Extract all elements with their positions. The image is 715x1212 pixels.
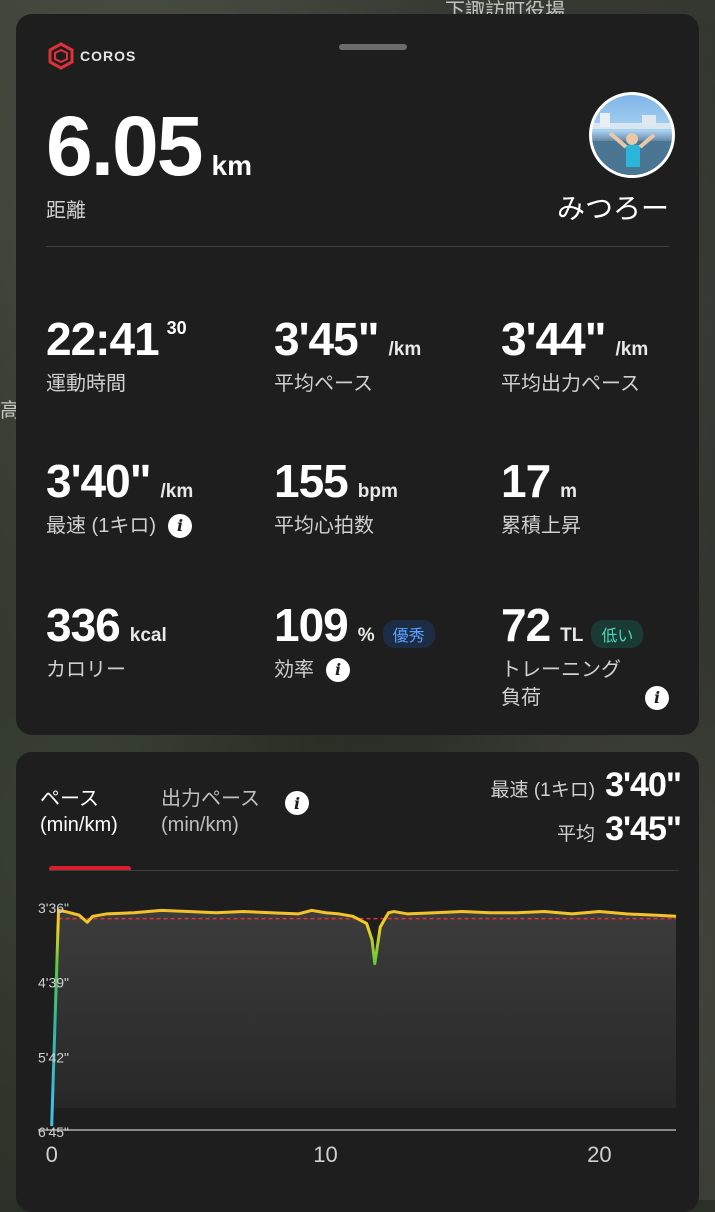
pace-area bbox=[51, 910, 677, 1127]
stat-value: 109 bbox=[274, 599, 349, 651]
stat-avg-power-pace: 3'44" /km 平均出力ペース bbox=[501, 312, 648, 398]
stat-label: カロリー bbox=[46, 659, 126, 681]
stat-unit: m bbox=[560, 481, 578, 502]
stat-unit: % bbox=[357, 625, 375, 646]
stat-unit: /km bbox=[615, 339, 649, 360]
y-tick-label: 5'42" bbox=[38, 1049, 69, 1065]
stat-unit: kcal bbox=[129, 625, 167, 646]
coros-logo: COROS bbox=[48, 42, 136, 70]
status-badge: 優秀 bbox=[382, 620, 435, 648]
stat-avg-pace: 3'45" /km 平均ペース bbox=[274, 312, 421, 398]
stat-value: 3'44" bbox=[501, 313, 606, 365]
avatar[interactable] bbox=[589, 92, 675, 178]
avatar-photo bbox=[592, 113, 672, 175]
stat-fastest-km: 3'40" /km 最速 (1キロ) i bbox=[46, 454, 193, 540]
stat-unit: bpm bbox=[357, 481, 398, 502]
stat-label: 累積上昇 bbox=[501, 515, 581, 537]
y-tick-label: 6'45" bbox=[38, 1124, 69, 1140]
stat-value: 72 bbox=[501, 599, 551, 651]
stat-label: 平均ペース bbox=[274, 373, 373, 395]
stat-label: 効率 bbox=[274, 659, 314, 681]
y-tick-label: 3'36" bbox=[38, 900, 69, 916]
info-icon[interactable]: i bbox=[168, 514, 192, 538]
distance-unit: km bbox=[211, 150, 252, 181]
stat-value: 3'40" bbox=[46, 455, 151, 507]
username: みつろー bbox=[556, 193, 669, 224]
stat-label: 平均心拍数 bbox=[274, 515, 374, 537]
divider bbox=[46, 246, 669, 247]
stat-label: 運動時間 bbox=[46, 373, 126, 395]
x-tick-label: 10 bbox=[313, 1142, 337, 1167]
stat-efficiency: 109% 優秀 効率 i bbox=[274, 598, 435, 684]
coros-logo-icon bbox=[48, 42, 74, 70]
stat-elevation-gain: 17 m 累積上昇 bbox=[501, 454, 581, 540]
stat-unit: /km bbox=[160, 481, 194, 502]
stat-calories: 336 kcal カロリー bbox=[46, 598, 167, 684]
x-tick-label: 20 bbox=[587, 1142, 611, 1167]
distance-value: 6.05 bbox=[46, 99, 203, 193]
stat-value: 17 bbox=[501, 455, 551, 507]
distance-label: 距離 bbox=[46, 200, 86, 222]
brand-name: COROS bbox=[80, 48, 137, 64]
info-icon[interactable]: i bbox=[645, 686, 669, 710]
stat-training-load: 72 TL 低い トレーニング 負荷 i bbox=[501, 598, 669, 712]
activity-summary-card: COROS 6.05 km 距離 みつろー 22:41 30 運動時間 3'45"… bbox=[16, 14, 699, 735]
y-tick-label: 4'39" bbox=[38, 975, 69, 991]
stat-duration: 22:41 30 運動時間 bbox=[46, 312, 187, 398]
pace-chart[interactable]: 3'36" 4'39" 5'42" 6'45" 0 10 20 bbox=[16, 752, 699, 1200]
info-icon[interactable]: i bbox=[326, 658, 350, 682]
pace-chart-card: ペース (min/km) 出力ペース (min/km) i 最速 (1キロ) 3… bbox=[16, 752, 699, 1212]
stat-unit: TL bbox=[560, 625, 584, 646]
stat-avg-heart-rate: 155 bpm 平均心拍数 bbox=[274, 454, 398, 540]
stat-value: 3'45" bbox=[274, 313, 379, 365]
stat-label: 平均出力ペース bbox=[501, 373, 640, 395]
drag-handle[interactable] bbox=[339, 44, 407, 50]
status-badge: 低い bbox=[591, 620, 644, 648]
stat-seconds: 30 bbox=[166, 318, 187, 338]
stat-unit: /km bbox=[388, 339, 422, 360]
stat-value: 155 bbox=[274, 455, 349, 507]
stat-value: 22:41 bbox=[46, 313, 160, 365]
stat-label: トレーニング 負荷 bbox=[501, 659, 621, 709]
distance-value-row: 6.05 km bbox=[46, 98, 252, 195]
stat-label: 最速 (1キロ) bbox=[46, 515, 156, 537]
x-tick-label: 0 bbox=[46, 1142, 58, 1167]
stat-value: 336 bbox=[46, 599, 121, 651]
